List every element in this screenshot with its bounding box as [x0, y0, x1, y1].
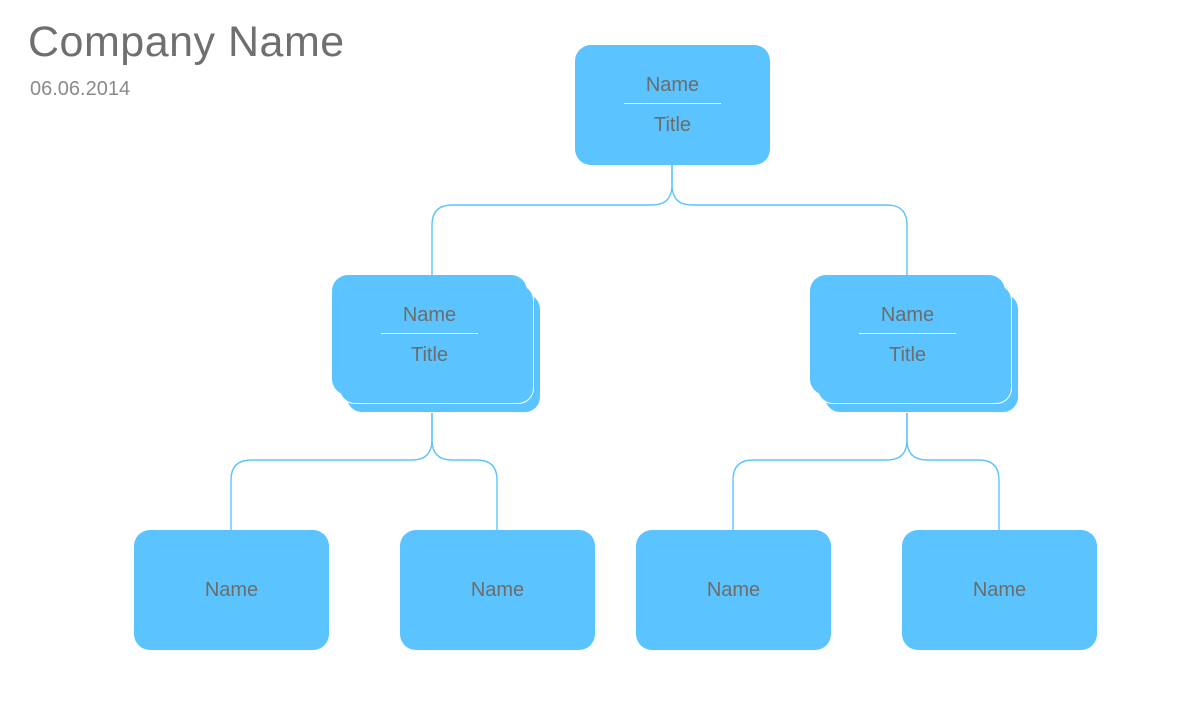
org-node-l2-right: Name Title: [810, 275, 1005, 395]
org-node-l3-3: Name: [636, 530, 831, 650]
org-node-name: Name: [973, 579, 1026, 602]
org-node-name: Name: [624, 74, 722, 104]
org-node-l3-2: Name: [400, 530, 595, 650]
org-node-name: Name: [471, 579, 524, 602]
org-node-title: Title: [654, 104, 691, 137]
page-date: 06.06.2014: [30, 78, 130, 101]
org-node-name: Name: [381, 304, 479, 334]
page-title: Company Name: [28, 18, 345, 67]
org-node-title: Title: [889, 334, 926, 367]
org-node-name: Name: [205, 579, 258, 602]
org-node-l3-1: Name: [134, 530, 329, 650]
org-node-l2-left: Name Title: [332, 275, 527, 395]
org-node-title: Title: [411, 334, 448, 367]
org-node-name: Name: [859, 304, 957, 334]
org-node-name: Name: [707, 579, 760, 602]
org-node-l3-4: Name: [902, 530, 1097, 650]
org-node-root: Name Title: [575, 45, 770, 165]
